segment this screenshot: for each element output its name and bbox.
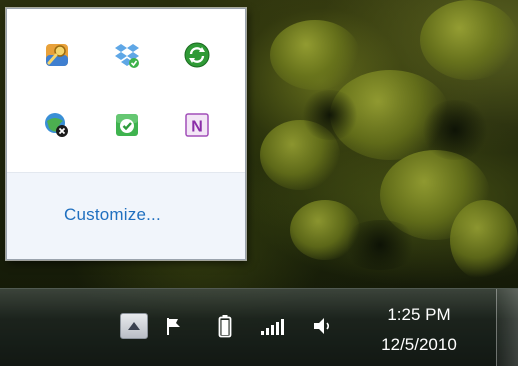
customize-link[interactable]: Customize... bbox=[64, 205, 161, 225]
wallpaper-shadow bbox=[420, 100, 490, 160]
wallpaper-shadow bbox=[340, 220, 420, 270]
onenote-glyph: N bbox=[191, 119, 203, 136]
taskbar: 1:25 PM 12/5/2010 bbox=[0, 288, 518, 366]
taskbar-clock[interactable]: 1:25 PM 12/5/2010 bbox=[360, 303, 478, 357]
wallpaper-foliage bbox=[450, 200, 518, 280]
clock-time: 1:25 PM bbox=[387, 305, 451, 324]
overflow-icon-grid: N bbox=[29, 39, 229, 159]
wallpaper-foliage bbox=[270, 20, 360, 90]
security-check-icon[interactable] bbox=[111, 109, 143, 141]
desktop: N Customize... 1:25 PM 12/5/2010 bbox=[0, 0, 518, 366]
wireless-signal-icon[interactable] bbox=[256, 313, 290, 339]
volume-icon[interactable] bbox=[308, 313, 336, 339]
action-center-flag-icon[interactable] bbox=[162, 313, 188, 339]
sync-icon[interactable] bbox=[181, 39, 213, 71]
show-desktop-button[interactable] bbox=[496, 289, 518, 366]
network-disconnected-icon[interactable] bbox=[41, 109, 73, 141]
wallpaper-shadow bbox=[300, 90, 360, 140]
dropbox-icon[interactable] bbox=[111, 39, 143, 71]
key-manager-icon[interactable] bbox=[41, 39, 73, 71]
show-hidden-icons-button[interactable] bbox=[120, 313, 148, 339]
battery-icon[interactable] bbox=[214, 311, 236, 341]
onenote-icon[interactable]: N bbox=[181, 109, 213, 141]
notification-overflow-panel: N Customize... bbox=[6, 8, 246, 260]
chevron-up-icon bbox=[128, 322, 140, 330]
clock-date: 12/5/2010 bbox=[381, 335, 457, 354]
wallpaper-foliage bbox=[420, 0, 518, 80]
